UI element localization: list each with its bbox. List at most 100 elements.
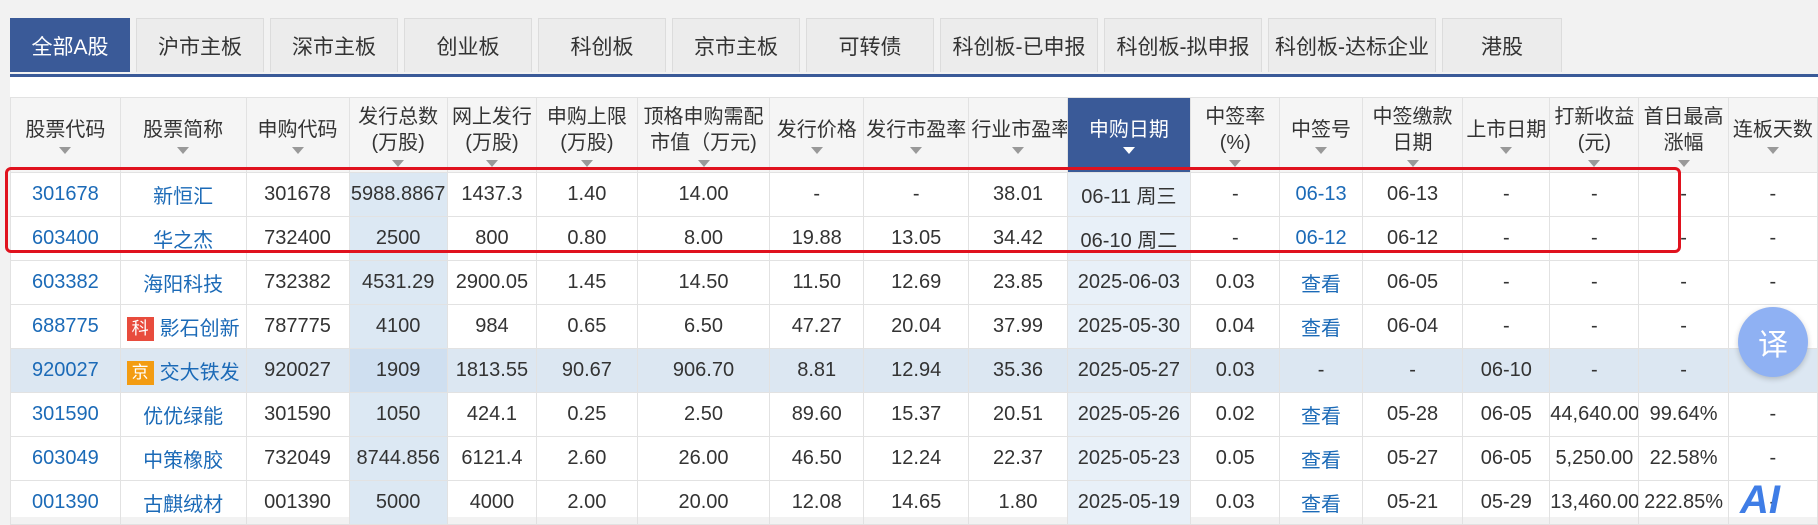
sort-arrow-icon[interactable] [1011,146,1024,154]
sort-arrow-icon[interactable] [1122,146,1135,154]
cell-date: 06-10 周二 [1066,216,1192,261]
cell-name[interactable]: 京交大铁发 [119,348,247,393]
header-col-14[interactable]: 上市日期 [1462,97,1551,173]
header-col-0[interactable]: 股票代码 [10,97,121,173]
header-label: 发行总数 [358,105,439,128]
table-row: 603049 中策橡胶 732049 8744.856 6121.4 2.60 26.00 4… [10,436,1818,481]
cell-code[interactable]: 001390 [10,480,121,525]
sort-arrow-icon[interactable] [291,146,304,154]
tab-8[interactable]: 科创板-拟申报 [1104,18,1262,72]
cell-online: 800 [446,216,538,261]
header-label: 中签号 [1291,118,1352,141]
sort-arrow-icon[interactable] [1229,159,1242,167]
header-col-10[interactable]: 申购日期 [1066,97,1192,173]
header-col-13[interactable]: 中签缴款 日期 [1361,97,1464,173]
sort-arrow-icon[interactable] [580,159,593,167]
cell-online: 2900.05 [446,260,538,305]
header-col-6[interactable]: 顶格申购需配 市值（万元) [636,97,771,173]
header-col-9[interactable]: 行业市盈率 [968,97,1068,173]
cell-date: 2025-05-30 [1066,304,1192,349]
cell-rate: 0.03 [1190,260,1281,305]
sort-arrow-icon[interactable] [910,146,923,154]
cell-limit: 0.65 [536,304,638,349]
cell-sub: 732400 [245,216,350,261]
cell-name[interactable]: 优优绿能 [119,392,247,437]
sort-arrow-icon[interactable] [485,159,498,167]
table-row: 001390 古麒绒材 001390 5000 4000 2.00 20.00 12.08 14… [10,480,1818,525]
tab-6[interactable]: 可转债 [806,18,934,72]
cell-lot[interactable]: 查看 [1279,436,1363,481]
tab-0[interactable]: 全部A股 [10,18,130,72]
sort-arrow-icon[interactable] [1677,159,1690,167]
cell-code[interactable]: 688775 [10,304,121,349]
sort-arrow-icon[interactable] [392,159,405,167]
sort-arrow-icon[interactable] [177,146,190,154]
sort-arrow-icon[interactable] [1588,159,1601,167]
cell-lot[interactable]: 06-13 [1279,172,1363,217]
cell-code[interactable]: 301590 [10,392,121,437]
cell-lot: - [1279,348,1363,393]
cell-name[interactable]: 古麒绒材 [119,480,247,525]
cell-lot[interactable]: 查看 [1279,480,1363,525]
table-row: 688775 科影石创新 787775 4100 984 0.65 6.50 47.27 20.… [10,304,1818,349]
tab-3[interactable]: 创业板 [404,18,532,72]
stock-name[interactable]: 影石创新 [160,318,240,340]
cell-code[interactable]: 920027 [10,348,121,393]
cell-rise: 222.85% [1638,480,1729,525]
tab-9[interactable]: 科创板-达标企业 [1268,18,1436,72]
tab-2[interactable]: 深市主板 [270,18,398,72]
sort-arrow-icon[interactable] [1315,146,1328,154]
header-col-12[interactable]: 中签号 [1279,97,1363,173]
header-col-2[interactable]: 申购代码 [245,97,350,173]
header-label: (元) [1577,131,1612,154]
header-col-7[interactable]: 发行价格 [769,97,865,173]
tab-4[interactable]: 科创板 [538,18,666,72]
cell-lot[interactable]: 06-12 [1279,216,1363,261]
cell-name[interactable]: 华之杰 [119,216,247,261]
sort-arrow-icon[interactable] [810,146,823,154]
ai-badge[interactable]: AI [1740,478,1780,523]
sort-arrow-icon[interactable] [1406,159,1419,167]
cell-name[interactable]: 海阳科技 [119,260,247,305]
sort-arrow-icon[interactable] [1766,146,1779,154]
sort-arrow-icon[interactable] [59,146,72,154]
header-col-1[interactable]: 股票简称 [119,97,247,173]
cell-name[interactable]: 科影石创新 [119,304,247,349]
cell-profit: - [1549,172,1640,217]
header-col-8[interactable]: 发行市盈率 [863,97,970,173]
tab-1[interactable]: 沪市主板 [136,18,264,72]
sort-arrow-icon[interactable] [1500,146,1513,154]
header-col-15[interactable]: 打新收益 (元) [1549,97,1640,173]
cell-list: - [1462,172,1551,217]
cell-list: - [1462,304,1551,349]
cell-lot[interactable]: 查看 [1279,304,1363,349]
cell-lot[interactable]: 查看 [1279,260,1363,305]
cell-date: 06-11 周三 [1066,172,1192,217]
header-col-16[interactable]: 首日最高 涨幅 [1638,97,1729,173]
header-col-17[interactable]: 连板天数 [1727,97,1818,173]
header-col-4[interactable]: 网上发行 (万股) [446,97,538,173]
cell-code[interactable]: 603049 [10,436,121,481]
cell-code[interactable]: 603400 [10,216,121,261]
header-label: 连板天数 [1732,118,1813,141]
cell-name[interactable]: 中策橡胶 [119,436,247,481]
tab-10[interactable]: 港股 [1442,18,1562,72]
cell-name[interactable]: 新恒汇 [119,172,247,217]
header-col-5[interactable]: 申购上限 (万股) [536,97,638,173]
cell-lot[interactable]: 查看 [1279,392,1363,437]
stock-name[interactable]: 交大铁发 [160,362,240,384]
tab-5[interactable]: 京市主板 [672,18,800,72]
header-label: (万股) [465,131,519,154]
cell-online: 424.1 [446,392,538,437]
header-col-3[interactable]: 发行总数 (万股) [348,97,448,173]
header-col-11[interactable]: 中签率 (%) [1190,97,1281,173]
cell-code[interactable]: 603382 [10,260,121,305]
translate-button[interactable]: 译 [1738,307,1808,377]
cell-total: 8744.856 [348,436,448,481]
cell-ind_pe: 38.01 [968,172,1068,217]
header-label: 日期 [1392,131,1433,154]
cell-code[interactable]: 301678 [10,172,121,217]
cell-price: 8.81 [769,348,865,393]
tab-7[interactable]: 科创板-已申报 [940,18,1098,72]
sort-arrow-icon[interactable] [697,159,710,167]
